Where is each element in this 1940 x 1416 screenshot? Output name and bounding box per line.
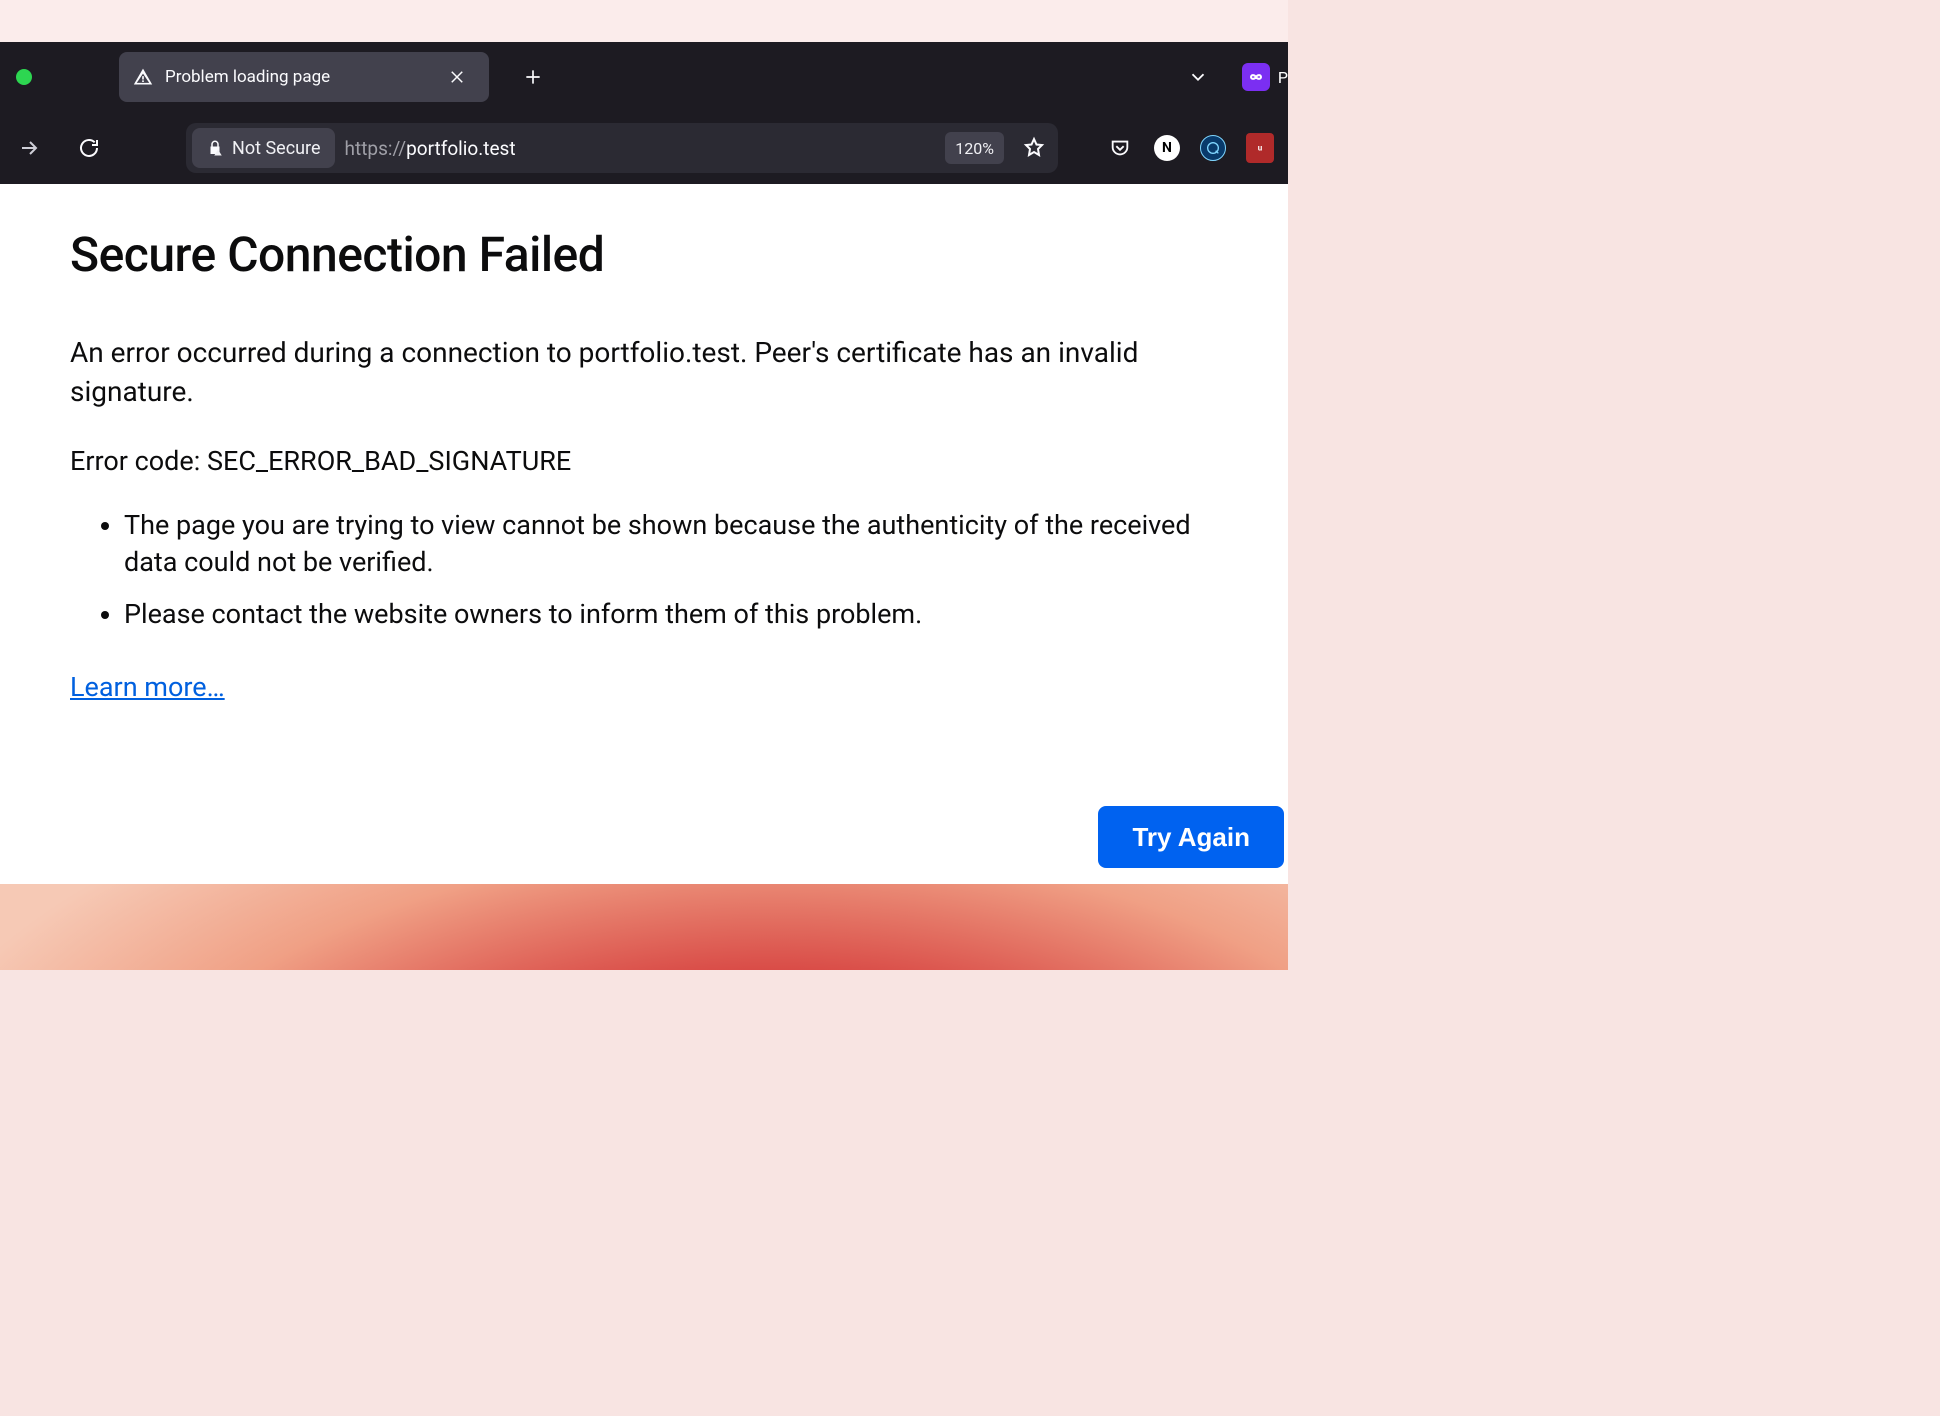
- profile-label-truncated: P: [1278, 68, 1288, 87]
- tab-title: Problem loading page: [165, 67, 330, 87]
- extension-n-icon[interactable]: N: [1154, 135, 1180, 161]
- bookmark-button[interactable]: [1020, 134, 1048, 162]
- list-all-tabs-button[interactable]: [1184, 63, 1212, 91]
- error-details-list: The page you are trying to view cannot b…: [70, 507, 1218, 632]
- new-tab-button[interactable]: [519, 63, 547, 91]
- tab-active[interactable]: Problem loading page: [119, 52, 489, 102]
- error-page: Secure Connection Failed An error occurr…: [0, 184, 1288, 884]
- navigation-toolbar: Not Secure https://portfolio.test 120% N: [0, 112, 1288, 184]
- error-detail-item: The page you are trying to view cannot b…: [124, 507, 1218, 580]
- svg-text:u: u: [1258, 144, 1263, 153]
- plus-icon: [523, 67, 543, 87]
- error-heading: Secure Connection Failed: [70, 226, 1218, 283]
- extension-ublock-icon[interactable]: u: [1246, 133, 1274, 163]
- error-detail-item: Please contact the website owners to inf…: [124, 596, 1218, 632]
- url-scheme: https://: [345, 137, 407, 160]
- warning-icon: [133, 67, 153, 87]
- learn-more-link[interactable]: Learn more…: [70, 671, 225, 703]
- arrow-right-icon: [17, 136, 41, 160]
- pocket-icon: [1109, 137, 1131, 159]
- browser-window: Problem loading page: [0, 42, 1288, 884]
- tab-strip: Problem loading page: [0, 42, 1288, 112]
- reload-button[interactable]: [68, 127, 110, 169]
- window-traffic-light-green[interactable]: [16, 69, 32, 85]
- pocket-button[interactable]: [1106, 134, 1134, 162]
- reload-icon: [77, 136, 101, 160]
- infinity-icon: [1246, 71, 1266, 83]
- chevron-down-icon: [1187, 66, 1209, 88]
- forward-button[interactable]: [8, 127, 50, 169]
- extension-q-icon[interactable]: [1200, 135, 1226, 161]
- tab-close-button[interactable]: [443, 63, 471, 91]
- url-text: https://portfolio.test: [345, 137, 936, 160]
- error-message: An error occurred during a connection to…: [70, 333, 1218, 411]
- site-security-chip[interactable]: Not Secure: [192, 128, 335, 168]
- error-code: Error code: SEC_ERROR_BAD_SIGNATURE: [70, 445, 1218, 477]
- firefox-account-button[interactable]: [1242, 63, 1270, 91]
- lock-warning-icon: [206, 139, 224, 157]
- zoom-indicator[interactable]: 120%: [945, 132, 1004, 164]
- star-icon: [1022, 136, 1046, 160]
- desktop-background-bottom: [0, 884, 1288, 970]
- desktop-background-top: [0, 0, 1288, 42]
- url-host: portfolio.test: [406, 137, 515, 160]
- security-label: Not Secure: [232, 138, 321, 159]
- url-bar[interactable]: Not Secure https://portfolio.test 120%: [186, 123, 1058, 173]
- try-again-button[interactable]: Try Again: [1098, 806, 1284, 868]
- close-icon: [448, 68, 466, 86]
